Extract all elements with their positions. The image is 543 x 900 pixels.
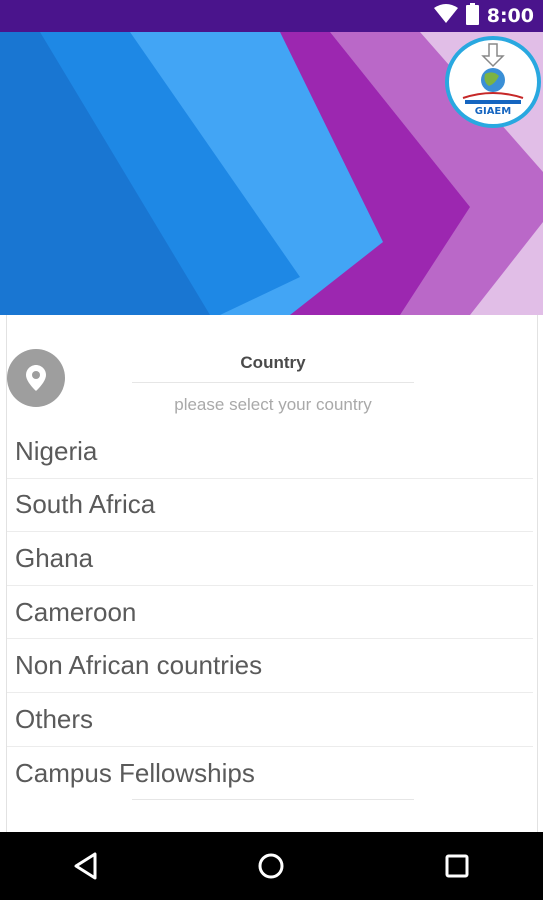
country-card: Country please select your country Niger… [6, 315, 538, 832]
country-option-cameroon[interactable]: Cameroon [7, 586, 533, 640]
title-divider [132, 382, 414, 383]
logo-text: GIAEM [475, 106, 511, 117]
country-option-non-african[interactable]: Non African countries [7, 639, 533, 693]
country-list: Nigeria South Africa Ghana Cameroon Non … [7, 425, 533, 800]
country-option-others[interactable]: Others [7, 693, 533, 747]
battery-icon [465, 3, 479, 29]
back-icon[interactable] [66, 850, 106, 882]
home-icon[interactable] [251, 850, 291, 882]
country-option-ghana[interactable]: Ghana [7, 532, 533, 586]
giaem-logo[interactable]: GIAEM [445, 36, 541, 128]
country-option-nigeria[interactable]: Nigeria [7, 425, 533, 479]
country-option-south-africa[interactable]: South Africa [7, 479, 533, 533]
list-divider [132, 799, 414, 800]
wifi-icon [433, 4, 458, 28]
location-pin-icon [7, 349, 65, 407]
country-title: Country [240, 353, 306, 372]
app-screen: 8:00 GIAEM Country please select your co… [0, 0, 543, 900]
recents-icon[interactable] [437, 850, 477, 882]
country-option-campus-fellowships[interactable]: Campus Fellowships [7, 747, 533, 801]
country-subtitle: please select your country [174, 395, 372, 414]
status-time: 8:00 [486, 5, 534, 27]
status-bar: 8:00 [0, 0, 543, 32]
navigation-bar [0, 832, 543, 900]
